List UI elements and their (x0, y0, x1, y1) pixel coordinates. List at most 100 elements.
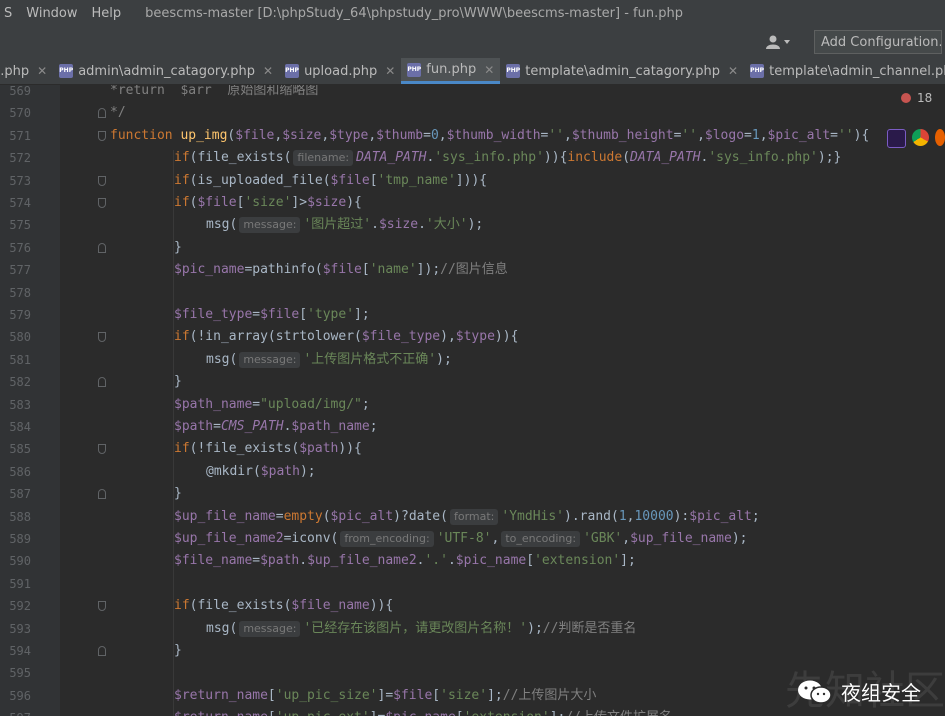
error-count: 18 (917, 91, 933, 105)
line-number: 586 (9, 464, 31, 479)
line-number: 572 (9, 151, 31, 166)
error-indicator[interactable]: 18 (901, 89, 941, 107)
code-line: 577 $pic_name=pathinfo($file['name']);//图… (0, 259, 945, 281)
menu-item-help[interactable]: Help (92, 6, 122, 21)
code-line: 575 msg(message: '图片超过'.$size.'大小'); (0, 214, 945, 236)
line-number: 587 (9, 487, 31, 502)
tab-fun[interactable]: PHP fun.php ✕ (401, 58, 501, 84)
fold-marker-icon[interactable] (98, 130, 106, 141)
toolbar: Add Configuration... (0, 26, 945, 59)
code-line: 576} (0, 237, 945, 259)
code-text: $path_name="upload/img/"; (174, 396, 370, 412)
tab-label: p.php (0, 63, 30, 79)
code-line: 588 $up_file_name=empty($pic_alt)?date(fo… (0, 506, 945, 528)
close-icon[interactable]: ✕ (37, 64, 47, 78)
fold-marker-icon[interactable] (98, 646, 106, 656)
code-text: } (174, 239, 182, 255)
menu-bar: S Window Help beescms-master [D:\phpStud… (0, 0, 945, 26)
tab-template-admin-catagory[interactable]: PHP template\admin_catagory.php ✕ (500, 58, 744, 84)
add-configuration-button[interactable]: Add Configuration... (814, 30, 942, 54)
fold-marker-icon[interactable] (98, 108, 106, 119)
line-number: 580 (9, 330, 31, 345)
tab-label: fun.php (426, 62, 477, 77)
line-number: 578 (9, 285, 31, 300)
close-icon[interactable]: ✕ (385, 64, 395, 78)
tab-label: admin\admin_catagory.php (78, 63, 255, 79)
code-line: 579 $file_type=$file['type']; (0, 304, 945, 326)
line-number: 585 (9, 442, 31, 457)
code-line: 587} (0, 483, 945, 505)
code-line: 586 @mkdir($path); (0, 461, 945, 483)
code-line: 591 (0, 573, 945, 595)
line-number: 591 (9, 576, 31, 591)
code-line: 574 if($file['size']>$size){ (0, 192, 945, 214)
watermark-text: 夜组安全 (841, 681, 921, 705)
fold-marker-icon[interactable] (98, 377, 106, 388)
code-text: if(!file_exists($path)){ (174, 441, 362, 457)
code-text: $file_type=$file['type']; (174, 307, 370, 322)
menu-item-window[interactable]: Window (26, 6, 77, 21)
code-text: msg(message: '已经存在该图片，请更改图片名称！');//判断是否重名 (206, 620, 637, 637)
line-number: 570 (9, 106, 31, 121)
code-line: 593 msg(message: '已经存在该图片，请更改图片名称！');//判断是… (0, 618, 945, 640)
code-text: } (174, 486, 182, 502)
code-text: $file_name=$path.$up_file_name2.'.'.$pic… (174, 553, 636, 569)
code-text: } (174, 643, 182, 658)
line-number: 590 (9, 554, 31, 569)
php-file-icon: PHP (750, 64, 765, 78)
line-number: 589 (9, 532, 31, 546)
tab-template-admin-channel[interactable]: PHPtemplate\admin_channel.php✕ (744, 58, 945, 84)
code-text: $pic_name=pathinfo($file['name']);//图片信息 (174, 262, 508, 278)
code-line: 571 function up_img($file,$size,$type,$th… (0, 125, 945, 147)
firefox-icon[interactable] (935, 129, 945, 146)
close-icon[interactable]: ✕ (484, 63, 494, 77)
tab-upload[interactable]: PHP upload.php ✕ (279, 58, 401, 84)
php-file-icon: PHP (506, 64, 521, 78)
code-text: $return_name['up_pic_ext']=$pic_name['ex… (174, 707, 672, 716)
tab-admin-catagory[interactable]: PHP admin\admin_catagory.php ✕ (53, 58, 279, 84)
menu-item-file[interactable]: S (4, 6, 12, 21)
phpstorm-icon[interactable] (887, 129, 906, 148)
code-line: 592 if(file_exists($file_name)){ (0, 595, 945, 617)
line-number: 571 (9, 128, 31, 143)
code-line: 570 */ (0, 102, 945, 124)
code-text: @mkdir($path); (206, 463, 316, 479)
fold-marker-icon[interactable] (98, 601, 106, 612)
fold-marker-icon[interactable] (98, 242, 106, 253)
line-number: 588 (9, 509, 31, 524)
error-icon (901, 93, 911, 103)
line-number: 576 (9, 240, 31, 255)
fold-marker-icon[interactable] (98, 489, 106, 500)
code-editor[interactable]: 569 *return $arr 原始图和缩略图 570 */ 571 function … (0, 85, 945, 716)
tab-label: template\admin_catagory.php (525, 63, 721, 79)
close-icon[interactable]: ✕ (263, 64, 273, 78)
code-line: 580 if(!in_array(strtolower($file_type),$… (0, 326, 945, 348)
window-title: beescms-master [D:\phpStudy_64\phpstudy_… (145, 5, 683, 21)
code-line: 582} (0, 371, 945, 393)
fold-marker-icon[interactable] (98, 175, 106, 186)
line-number: 596 (9, 688, 31, 703)
user-icon[interactable] (765, 34, 795, 52)
code-line: 573 if(is_uploaded_file($file['tmp_name']… (0, 170, 945, 192)
line-number: 573 (9, 173, 31, 188)
code-line: 585 if(!file_exists($path)){ (0, 438, 945, 460)
code-text: if(file_exists($file_name)){ (174, 598, 394, 614)
close-icon[interactable]: ✕ (728, 64, 738, 78)
code-text: $up_file_name2=iconv(from_encoding: 'UTF-… (174, 531, 748, 547)
fold-marker-icon[interactable] (98, 332, 106, 343)
tab-p-php[interactable]: p.php ✕ (0, 58, 53, 84)
fold-marker-icon[interactable] (98, 444, 106, 455)
chrome-icon[interactable] (912, 129, 929, 146)
code-text: msg(message: '上传图片格式不正确'); (206, 351, 452, 368)
code-text: $path=CMS_PATH.$path_name; (174, 419, 378, 434)
line-number: 583 (9, 397, 31, 412)
fold-marker-icon[interactable] (98, 198, 106, 208)
code-line: 590 $file_name=$path.$up_file_name2.'.'.$… (0, 550, 945, 572)
line-number: 579 (9, 308, 31, 322)
code-text: *return $arr 原始图和缩略图 (110, 85, 319, 98)
line-number: 584 (9, 420, 31, 434)
code-text: $up_file_name=empty($pic_alt)?date(forma… (174, 508, 760, 525)
line-number: 582 (9, 375, 31, 390)
line-number: 577 (9, 263, 31, 278)
line-number: 593 (9, 621, 31, 636)
